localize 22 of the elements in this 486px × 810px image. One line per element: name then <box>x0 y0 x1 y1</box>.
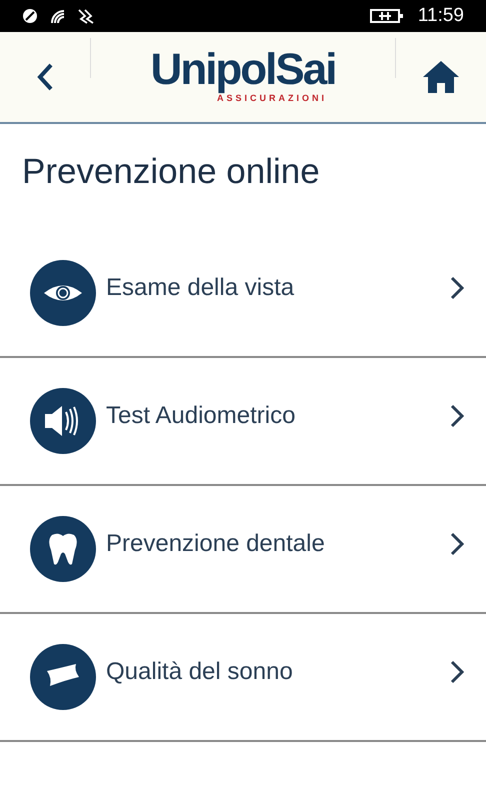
eye-icon <box>30 260 96 326</box>
blocked-icon <box>22 8 38 24</box>
menu-item[interactable]: Test Audiometrico <box>0 358 486 486</box>
page-title: Prevenzione online <box>21 151 321 193</box>
chevron-icon <box>450 660 464 684</box>
pillow-icon <box>30 644 96 710</box>
menu-item[interactable]: Esame della vista <box>0 230 486 358</box>
status-time: 11:59 <box>418 4 464 28</box>
menu-item[interactable]: Qualità del sonno <box>0 614 486 742</box>
logo-tagline: ASSICURAZIONI <box>216 93 327 106</box>
chevron-icon <box>450 276 464 300</box>
tooth-icon <box>30 516 96 582</box>
data-icon <box>78 8 94 24</box>
wifi-icon <box>50 8 66 24</box>
back-icon <box>36 62 54 92</box>
chevron-icon <box>450 404 464 428</box>
logo-wordmark: UnipolSai <box>150 48 336 92</box>
battery-icon <box>370 8 404 24</box>
menu-item[interactable]: Prevenzione dentale <box>0 486 486 614</box>
chevron-icon <box>450 532 464 556</box>
home-icon <box>421 59 461 95</box>
speaker-icon <box>30 388 96 454</box>
